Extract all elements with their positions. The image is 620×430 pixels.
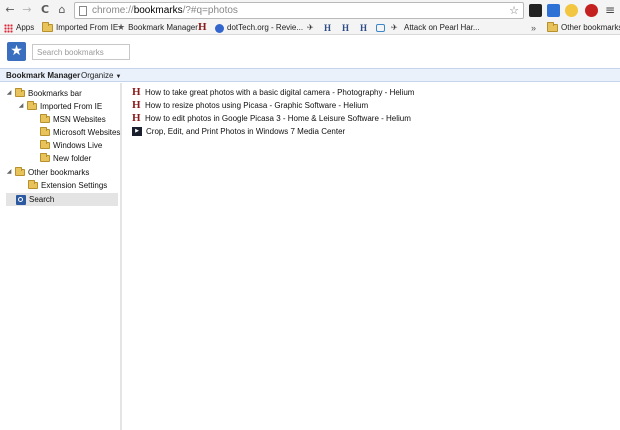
organize-label: Organize [81, 71, 114, 80]
tree-label: Windows Live [53, 141, 103, 150]
tree-item-new-folder[interactable]: New folder [40, 152, 91, 165]
extension-reader-icon[interactable] [529, 4, 542, 17]
folder-icon [40, 127, 50, 136]
tree-item-search[interactable]: Search [6, 193, 118, 206]
bookmark-label: Bookmark Manager [128, 23, 198, 32]
folder-icon [42, 22, 53, 32]
h-bookmark-icon[interactable]: H [324, 23, 333, 34]
manager-subheader: Bookmark Manager Organize ▼ [0, 68, 620, 82]
folder-icon [40, 153, 50, 162]
page-icon [79, 6, 87, 16]
reload-icon[interactable]: C [38, 3, 52, 17]
star-icon: ★ [117, 23, 126, 33]
tree-label: Microsoft Websites [53, 128, 121, 137]
bookmark-results-list: H How to take great photos with a basic … [132, 86, 612, 138]
folder-icon [27, 101, 37, 110]
search-icon [16, 194, 26, 205]
media-center-icon: ▶ [132, 127, 142, 136]
tree-item-bookmarks-bar[interactable]: ◢ Bookmarks bar [6, 87, 82, 100]
site-icon[interactable] [376, 24, 385, 32]
h-bookmark-icon[interactable]: H [342, 23, 351, 34]
url-scheme: chrome:// [92, 5, 134, 16]
list-item[interactable]: ▶ Crop, Edit, and Print Photos in Window… [132, 125, 612, 138]
organize-menu-button[interactable]: Organize ▼ [81, 70, 121, 83]
bookmark-label: Imported From IE [56, 23, 119, 32]
tree-label: New folder [53, 154, 92, 163]
helium-icon: H [132, 99, 141, 111]
tree-item-msn-websites[interactable]: MSN Websites [40, 113, 106, 126]
bookmark-bookmark-manager[interactable]: ★ Bookmark Manager [117, 21, 198, 35]
helium-icon: H [132, 112, 141, 124]
url-host: bookmarks [133, 5, 183, 16]
folder-icon [15, 88, 25, 97]
list-item[interactable]: H How to resize photos using Picasa - Gr… [132, 99, 612, 112]
search-input[interactable] [32, 44, 130, 60]
bookmark-title: How to take great photos with a basic di… [145, 88, 415, 97]
expand-arrow-icon[interactable]: ◢ [6, 87, 12, 100]
home-icon[interactable]: ⌂ [55, 3, 69, 17]
list-item[interactable]: H How to take great photos with a basic … [132, 86, 612, 99]
extension-weather-icon[interactable] [565, 4, 578, 17]
apps-grid-icon [4, 23, 13, 33]
bookmark-title: How to resize photos using Picasa - Grap… [145, 101, 369, 110]
bookmark-pearl-harbor[interactable]: Attack on Pearl Har... [404, 21, 480, 35]
tree-label: Imported From IE [40, 102, 103, 111]
expand-arrow-icon[interactable]: ◢ [18, 100, 24, 113]
url-path: /?#q=photos [182, 5, 238, 16]
tree-label: Other bookmarks [28, 168, 90, 177]
apps-label: Apps [16, 23, 35, 32]
folder-icon [40, 114, 50, 123]
h-bookmark-icon[interactable]: H [360, 23, 369, 34]
page-title: Bookmark Manager [6, 71, 81, 80]
bookmark-label: dotTech.org - Revie... [227, 23, 304, 32]
extension-stop-icon[interactable] [585, 4, 598, 17]
address-bar[interactable]: chrome://bookmarks/?#q=photos ☆ [74, 2, 524, 19]
tree-label: Search [29, 195, 55, 204]
browser-toolbar: ← → C ⌂ chrome://bookmarks/?#q=photos ☆ … [0, 0, 620, 21]
list-item[interactable]: H How to edit photos in Google Picasa 3 … [132, 112, 612, 125]
helium-icon[interactable]: H [198, 22, 207, 33]
tree-item-microsoft-websites[interactable]: Microsoft Websites [40, 126, 120, 139]
back-icon[interactable]: ← [3, 3, 17, 17]
extension-folder-icon[interactable] [547, 4, 560, 17]
menu-icon[interactable]: ≡ [603, 3, 617, 17]
folder-tree: ◢ Bookmarks bar ◢ Imported From IE MSN W… [0, 83, 122, 430]
bookmark-imported-from-ie[interactable]: Imported From IE [42, 21, 118, 35]
forward-icon[interactable]: → [20, 3, 34, 17]
folder-icon [547, 22, 558, 32]
bird-icon[interactable]: ✈ [391, 23, 398, 32]
tree-item-extension-settings[interactable]: Extension Settings [28, 179, 107, 192]
folder-icon [15, 167, 25, 176]
bookmark-manager-star-icon: ★ [7, 42, 26, 61]
bookmark-dottech[interactable]: dotTech.org - Revie... [215, 21, 303, 35]
tree-item-other-bookmarks[interactable]: ◢ Other bookmarks [6, 166, 89, 179]
folder-icon [28, 180, 38, 189]
caret-down-icon: ▼ [115, 74, 122, 80]
bookmark-title: How to edit photos in Google Picasa 3 - … [145, 114, 411, 123]
bookmark-label: Attack on Pearl Har... [404, 23, 480, 32]
other-bookmarks-folder[interactable]: Other bookmarks [547, 21, 620, 35]
address-text[interactable]: chrome://bookmarks/?#q=photos [92, 4, 238, 18]
bookmark-star-icon[interactable]: ☆ [509, 4, 519, 18]
tree-label: Extension Settings [41, 181, 108, 190]
bird-icon[interactable]: ✈ [307, 23, 314, 32]
folder-icon [40, 140, 50, 149]
tree-item-windows-live[interactable]: Windows Live [40, 139, 102, 152]
expand-arrow-icon[interactable]: ◢ [6, 166, 12, 179]
tree-label: Bookmarks bar [28, 89, 82, 98]
tree-item-imported-from-ie[interactable]: ◢ Imported From IE [18, 100, 102, 113]
overflow-chevron-icon[interactable]: » [531, 21, 536, 35]
bookmarks-bar: Apps Imported From IE ★ Bookmark Manager… [0, 21, 620, 35]
helium-icon: H [132, 86, 141, 98]
manager-header: ★ [0, 36, 620, 68]
other-bookmarks-label: Other bookmarks [561, 23, 620, 32]
bookmark-title: Crop, Edit, and Print Photos in Windows … [146, 127, 346, 136]
tree-label: MSN Websites [53, 115, 106, 124]
dottech-icon [215, 23, 224, 33]
apps-shortcut[interactable]: Apps [4, 21, 34, 35]
